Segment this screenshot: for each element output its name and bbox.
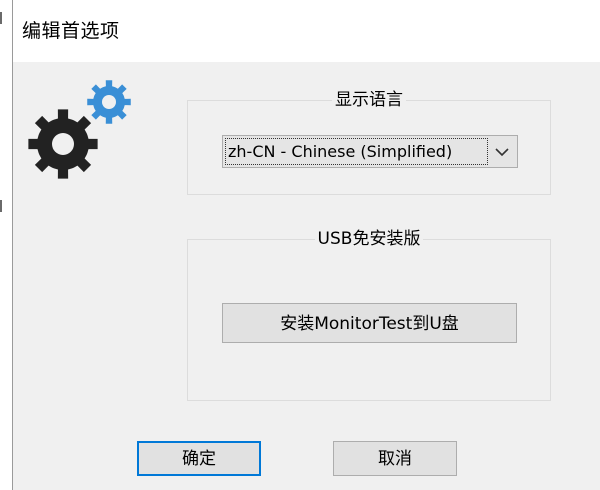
language-select[interactable]: zh-CN - Chinese (Simplified) — [222, 135, 518, 168]
small-gear-icon — [87, 80, 131, 124]
install-to-usb-button[interactable]: 安装MonitorTest到U盘 — [222, 303, 517, 343]
background-window-fragment — [0, 200, 10, 212]
large-gear-icon — [28, 109, 98, 179]
usb-portable-group-title: USB免安装版 — [314, 229, 424, 249]
gear-icon — [28, 80, 131, 179]
dialog-client-area: 显示语言 zh-CN - Chinese (Simplified) USB免安装… — [13, 62, 600, 490]
ok-button[interactable]: 确定 — [137, 441, 261, 476]
preferences-dialog: 编辑首选项 显示语言 zh-CN - Chinese (Simplified) … — [12, 0, 600, 490]
chevron-down-icon — [495, 148, 509, 157]
background-window-fragment — [0, 12, 10, 24]
cancel-button[interactable]: 取消 — [333, 441, 457, 476]
dialog-titlebar[interactable]: 编辑首选项 — [13, 0, 600, 62]
dialog-title: 编辑首选项 — [22, 20, 120, 42]
language-select-value: zh-CN - Chinese (Simplified) — [225, 138, 488, 165]
display-language-group-title: 显示语言 — [332, 90, 406, 110]
